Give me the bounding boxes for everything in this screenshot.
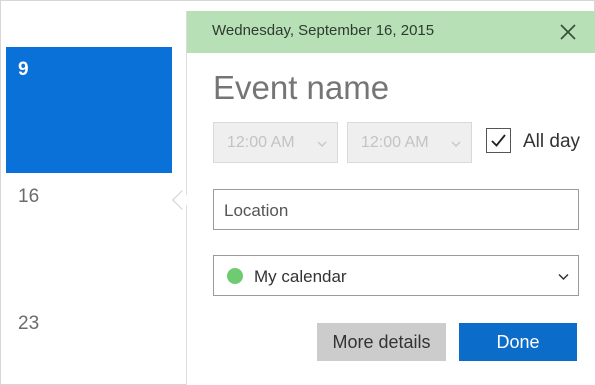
- start-time-select[interactable]: 12:00 AM: [213, 122, 338, 163]
- all-day-label: All day: [523, 131, 581, 152]
- done-button[interactable]: Done: [459, 323, 577, 361]
- close-button[interactable]: [556, 20, 580, 44]
- calendar-select[interactable]: My calendar: [213, 255, 579, 296]
- chevron-down-icon: [317, 141, 327, 147]
- event-date-heading: Wednesday, September 16, 2015: [212, 22, 435, 39]
- checkmark-icon: [491, 134, 506, 147]
- location-input[interactable]: Location: [213, 189, 579, 230]
- flyout-header: Wednesday, September 16, 2015: [187, 11, 595, 53]
- start-time-value: 12:00 AM: [227, 134, 295, 151]
- calendar-day-23[interactable]: 23: [6, 313, 172, 353]
- calendar-day-16[interactable]: 16: [6, 186, 172, 226]
- end-time-value: 12:00 AM: [361, 134, 429, 151]
- all-day-checkbox[interactable]: [486, 128, 511, 153]
- chevron-down-icon: [558, 273, 569, 281]
- chevron-down-icon: [451, 141, 461, 147]
- more-details-button[interactable]: More details: [317, 323, 446, 361]
- end-time-select[interactable]: 12:00 AM: [347, 122, 472, 163]
- day-number: 23: [18, 313, 40, 334]
- day-number: 9: [18, 59, 29, 80]
- event-name-input[interactable]: [213, 69, 573, 107]
- close-icon: [560, 24, 576, 40]
- day-number: 16: [18, 186, 40, 207]
- calendar-name: My calendar: [254, 267, 347, 286]
- calendar-color-dot: [227, 268, 243, 284]
- event-flyout: Wednesday, September 16, 2015 12:00 AM 1…: [186, 11, 595, 385]
- location-placeholder: Location: [224, 201, 289, 220]
- calendar-day-selected[interactable]: 9: [6, 47, 172, 173]
